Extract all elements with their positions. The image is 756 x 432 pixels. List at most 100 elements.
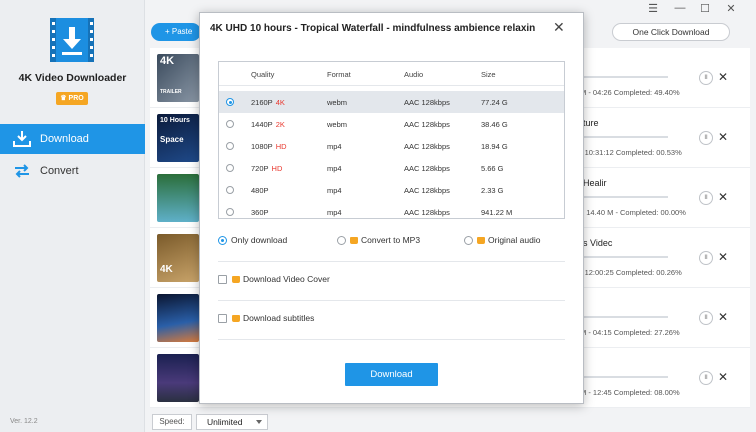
- audio-cell: AAC 128kbps: [404, 164, 450, 173]
- download-cover-checkbox[interactable]: [218, 274, 227, 284]
- audio-cell: AAC 128kbps: [404, 186, 450, 195]
- pause-icon[interactable]: II: [699, 191, 713, 205]
- convert-mp3-radio[interactable]: [337, 235, 346, 245]
- quality-table: Quality Format Audio Size 2160P 4K webm A…: [218, 61, 565, 219]
- quality-cell: 1440P 2K: [251, 120, 285, 129]
- only-download-radio[interactable]: [218, 235, 227, 245]
- download-meta: 7 14.40 M - Completed: 00.00%: [580, 208, 686, 217]
- size-cell: 941.22 M: [481, 208, 513, 217]
- remove-icon[interactable]: ✕: [718, 70, 728, 84]
- original-audio-radio[interactable]: [464, 235, 473, 245]
- table-row[interactable]: 1080P HD mp4 AAC 128kbps 18.94 G: [219, 135, 564, 157]
- pro-badge[interactable]: ♛ PRO: [56, 92, 88, 105]
- quality-cell: 2160P 4K: [251, 98, 285, 107]
- nav-download[interactable]: Download: [0, 124, 145, 154]
- video-thumbnail: 4K TRAILER: [157, 54, 199, 102]
- pro-crown-icon: [232, 314, 240, 322]
- one-click-download-button[interactable]: One Click Download: [612, 23, 730, 41]
- download-subtitles-option[interactable]: Download subtitles: [218, 313, 314, 323]
- speed-dropdown[interactable]: Unlimited: [196, 414, 268, 430]
- sidebar: 4K Video Downloader ♛ PRO Download Conve…: [0, 0, 145, 432]
- download-cover-label: Download Video Cover: [243, 274, 330, 284]
- close-window-icon[interactable]: ✕: [723, 2, 739, 15]
- paste-link-button[interactable]: + Paste: [151, 23, 201, 41]
- quality-radio[interactable]: [226, 98, 234, 106]
- download-title: s Videc: [583, 238, 613, 248]
- quality-value: 480P: [251, 186, 269, 195]
- maximize-icon[interactable]: ☐: [697, 2, 713, 15]
- app-title: 4K Video Downloader: [18, 72, 127, 84]
- download-meta: - 10:31:12 Completed: 00.53%: [580, 148, 682, 157]
- table-row[interactable]: 360P mp4 AAC 128kbps 941.22 M: [219, 201, 564, 218]
- download-button[interactable]: Download: [345, 363, 438, 386]
- pause-icon[interactable]: II: [699, 71, 713, 85]
- size-cell: 5.66 G: [481, 164, 504, 173]
- quality-value: 1440P: [251, 120, 273, 129]
- progress-bar: [583, 76, 668, 78]
- table-row[interactable]: 2160P 4K webm AAC 128kbps 77.24 G: [219, 91, 564, 113]
- size-cell: 77.24 G: [481, 98, 508, 107]
- pro-crown-icon: [477, 236, 485, 244]
- app-logo-icon: [50, 18, 94, 62]
- original-audio-option[interactable]: Original audio: [464, 235, 540, 245]
- only-download-option[interactable]: Only download: [218, 235, 287, 245]
- thumbnail-subtext: Space: [160, 135, 184, 144]
- format-cell: webm: [327, 120, 348, 129]
- divider: [218, 339, 565, 340]
- thumbnail-text: 10 Hours: [160, 117, 190, 124]
- remove-icon[interactable]: ✕: [718, 250, 728, 264]
- download-subtitles-checkbox[interactable]: [218, 313, 227, 323]
- progress-bar: [583, 136, 668, 138]
- quality-tag: 4K: [275, 98, 285, 107]
- convert-mp3-label: Convert to MP3: [361, 235, 421, 245]
- quality-radio[interactable]: [226, 186, 234, 194]
- quality-radio[interactable]: [226, 142, 234, 150]
- minimize-icon[interactable]: —: [672, 2, 688, 14]
- progress-bar: [583, 196, 668, 198]
- pause-icon[interactable]: II: [699, 371, 713, 385]
- quality-tag: HD: [275, 142, 287, 151]
- column-quality: Quality: [251, 70, 275, 79]
- quality-radio[interactable]: [226, 164, 234, 172]
- bottom-bar: Speed: Unlimited: [150, 410, 750, 432]
- column-size: Size: [481, 70, 496, 79]
- output-options: Only download Convert to MP3 Original au…: [218, 235, 565, 251]
- quality-value: 360P: [251, 208, 269, 217]
- remove-icon[interactable]: ✕: [718, 130, 728, 144]
- video-thumbnail: [157, 354, 199, 402]
- remove-icon[interactable]: ✕: [718, 310, 728, 324]
- thumbnail-text: 4K: [160, 55, 175, 67]
- pro-crown-icon: [350, 236, 358, 244]
- menu-icon[interactable]: ☰: [645, 2, 661, 15]
- speed-label: Speed:: [152, 414, 192, 430]
- table-row[interactable]: 480P mp4 AAC 128kbps 2.33 G: [219, 179, 564, 201]
- remove-icon[interactable]: ✕: [718, 190, 728, 204]
- original-audio-label: Original audio: [488, 235, 541, 245]
- video-thumbnail: [157, 174, 199, 222]
- download-subtitles-label: Download subtitles: [243, 313, 315, 323]
- close-icon[interactable]: ✕: [553, 19, 565, 36]
- convert-mp3-option[interactable]: Convert to MP3: [337, 235, 420, 245]
- column-format: Format: [327, 70, 351, 79]
- quality-radio[interactable]: [226, 120, 234, 128]
- pause-icon[interactable]: II: [699, 311, 713, 325]
- thumbnail-subtext: TRAILER: [160, 89, 182, 95]
- table-row[interactable]: 720P HD mp4 AAC 128kbps 5.66 G: [219, 157, 564, 179]
- download-title: ture: [583, 118, 599, 128]
- quality-radio[interactable]: [226, 208, 234, 216]
- table-row[interactable]: 1440P 2K webm AAC 128kbps 38.46 G: [219, 113, 564, 135]
- remove-icon[interactable]: ✕: [718, 370, 728, 384]
- version-label: Ver. 12.2: [10, 418, 38, 425]
- convert-icon: [15, 164, 29, 178]
- pause-icon[interactable]: II: [699, 131, 713, 145]
- download-meta: M - 04:15 Completed: 27.26%: [580, 328, 680, 337]
- pause-icon[interactable]: II: [699, 251, 713, 265]
- quality-value: 720P: [251, 164, 269, 173]
- divider: [218, 300, 565, 301]
- nav-convert[interactable]: Convert: [0, 156, 145, 186]
- download-cover-option[interactable]: Download Video Cover: [218, 274, 330, 284]
- progress-bar: [583, 376, 668, 378]
- quality-cell: 480P: [251, 186, 272, 195]
- thumbnail-text: 4K: [160, 264, 173, 275]
- download-icon: [13, 131, 31, 147]
